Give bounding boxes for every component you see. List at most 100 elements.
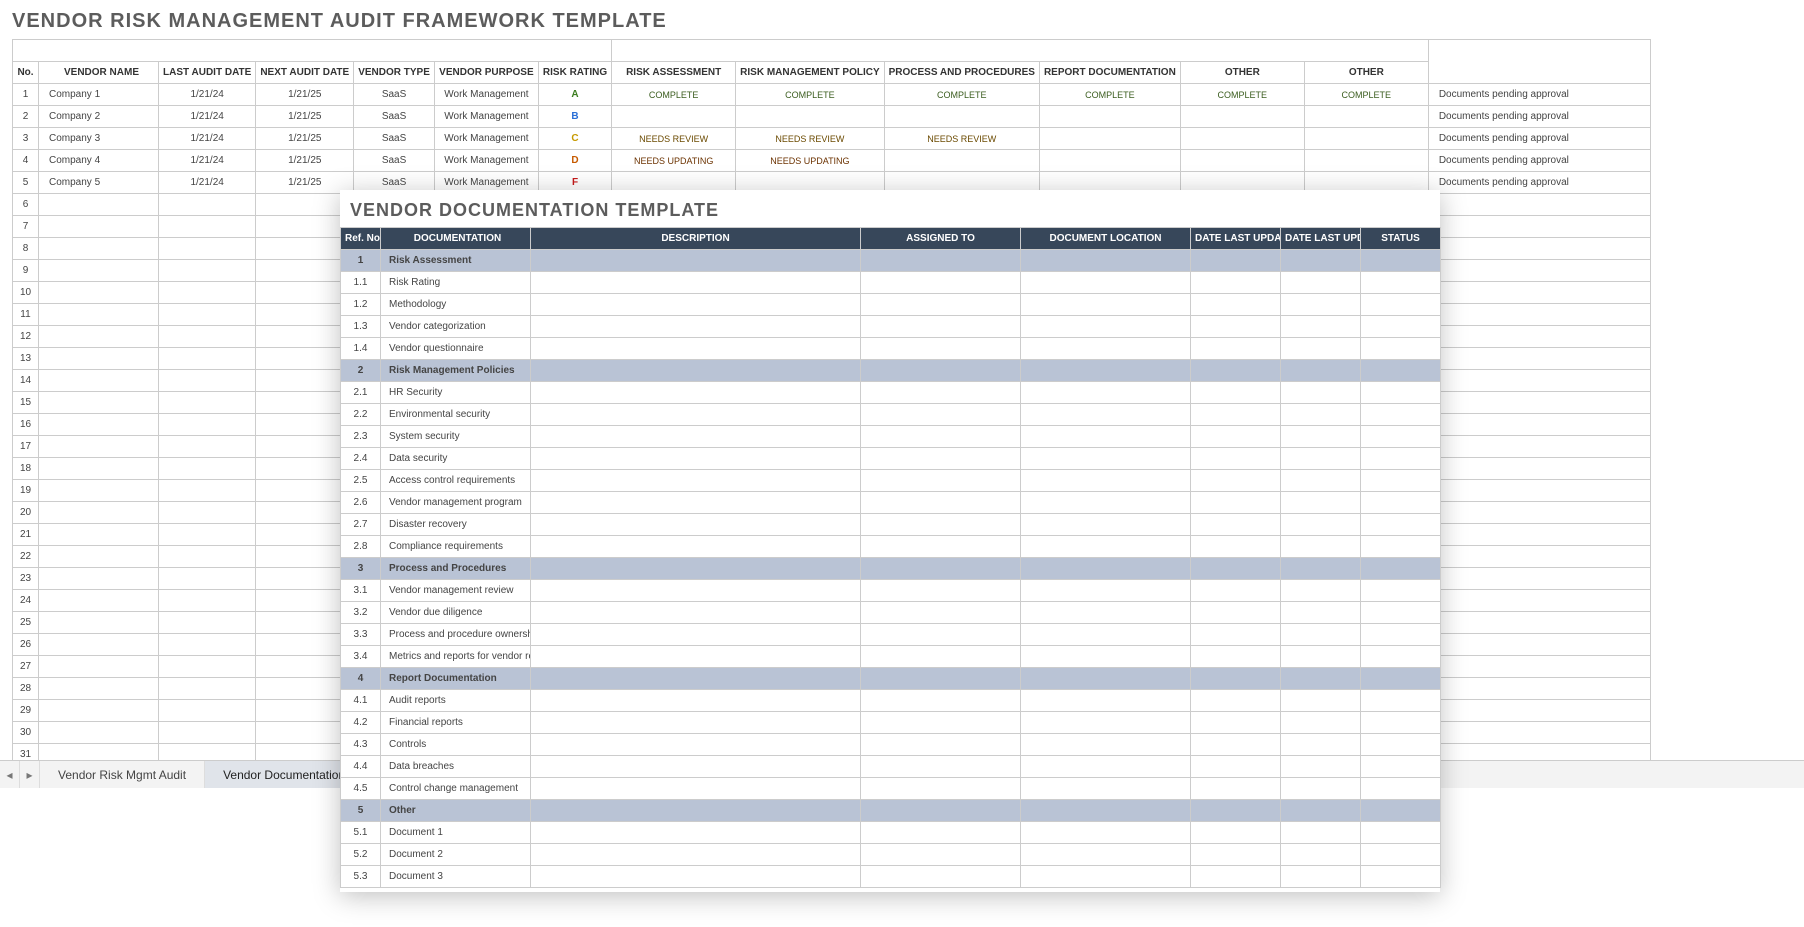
cell-ref[interactable]: 5.3 bbox=[341, 866, 381, 888]
cell-risk-rating[interactable]: A bbox=[538, 84, 611, 106]
cell-status[interactable] bbox=[1361, 470, 1441, 492]
cell-no[interactable]: 21 bbox=[13, 524, 39, 546]
cell-assigned[interactable] bbox=[861, 580, 1021, 602]
cell-ref[interactable]: 2.7 bbox=[341, 514, 381, 536]
cell-description[interactable] bbox=[531, 382, 861, 404]
cell-empty[interactable] bbox=[159, 436, 256, 458]
cell-updated2[interactable] bbox=[1281, 382, 1361, 404]
doc-row[interactable]: 4.1Audit reports bbox=[341, 690, 1441, 712]
cell-no[interactable]: 25 bbox=[13, 612, 39, 634]
cell-documentation[interactable]: Risk Assessment bbox=[381, 250, 531, 272]
cell-updated2[interactable] bbox=[1281, 800, 1361, 822]
cell-assigned[interactable] bbox=[861, 294, 1021, 316]
cell-empty[interactable] bbox=[159, 678, 256, 700]
cell-vendor-name[interactable]: Company 2 bbox=[39, 106, 159, 128]
cell-updated1[interactable] bbox=[1191, 558, 1281, 580]
cell-description[interactable] bbox=[531, 690, 861, 712]
cell-documentation[interactable]: Disaster recovery bbox=[381, 514, 531, 536]
cell-updated1[interactable] bbox=[1191, 250, 1281, 272]
cell-no[interactable]: 22 bbox=[13, 546, 39, 568]
cell-assigned[interactable] bbox=[861, 470, 1021, 492]
cell-ref[interactable]: 3.2 bbox=[341, 602, 381, 624]
cell-empty[interactable] bbox=[1428, 392, 1650, 414]
cell-updated2[interactable] bbox=[1281, 756, 1361, 778]
cell-no[interactable]: 27 bbox=[13, 656, 39, 678]
cell-empty[interactable] bbox=[39, 656, 159, 678]
cell-status[interactable] bbox=[1361, 316, 1441, 338]
cell-updated1[interactable] bbox=[1191, 580, 1281, 602]
cell-description[interactable] bbox=[531, 294, 861, 316]
cell-location[interactable] bbox=[1021, 844, 1191, 866]
cell-no[interactable]: 9 bbox=[13, 260, 39, 282]
cell-empty[interactable] bbox=[39, 194, 159, 216]
cell-assigned[interactable] bbox=[861, 690, 1021, 712]
cell-description[interactable] bbox=[531, 580, 861, 602]
cell-description[interactable] bbox=[531, 822, 861, 844]
cell-empty[interactable] bbox=[159, 326, 256, 348]
cell-assigned[interactable] bbox=[861, 536, 1021, 558]
cell-empty[interactable] bbox=[159, 370, 256, 392]
cell-description[interactable] bbox=[531, 360, 861, 382]
cell-description[interactable] bbox=[531, 536, 861, 558]
doc-row[interactable]: 2.3System security bbox=[341, 426, 1441, 448]
cell-empty[interactable] bbox=[1428, 216, 1650, 238]
cell-description[interactable] bbox=[531, 316, 861, 338]
cell-ref[interactable]: 2.3 bbox=[341, 426, 381, 448]
cell-status[interactable] bbox=[1361, 294, 1441, 316]
cell-doc-status[interactable]: COMPLETE bbox=[884, 84, 1039, 106]
cell-ref[interactable]: 5 bbox=[341, 800, 381, 822]
table-row[interactable]: 4Company 41/21/241/21/25SaaSWork Managem… bbox=[13, 150, 1651, 172]
cell-description[interactable] bbox=[531, 250, 861, 272]
cell-ref[interactable]: 2 bbox=[341, 360, 381, 382]
cell-status[interactable] bbox=[1361, 734, 1441, 756]
doc-row[interactable]: 5.2Document 2 bbox=[341, 844, 1441, 866]
doc-row[interactable]: 5Other bbox=[341, 800, 1441, 822]
cell-no[interactable]: 15 bbox=[13, 392, 39, 414]
cell-note[interactable]: Documents pending approval bbox=[1428, 172, 1650, 194]
cell-no[interactable]: 23 bbox=[13, 568, 39, 590]
cell-location[interactable] bbox=[1021, 338, 1191, 360]
cell-assigned[interactable] bbox=[861, 404, 1021, 426]
cell-updated2[interactable] bbox=[1281, 448, 1361, 470]
cell-status[interactable] bbox=[1361, 778, 1441, 800]
cell-updated2[interactable] bbox=[1281, 734, 1361, 756]
cell-updated1[interactable] bbox=[1191, 404, 1281, 426]
cell-ref[interactable]: 4.1 bbox=[341, 690, 381, 712]
cell-no[interactable]: 3 bbox=[13, 128, 39, 150]
cell-no[interactable]: 4 bbox=[13, 150, 39, 172]
cell-updated2[interactable] bbox=[1281, 272, 1361, 294]
table-row[interactable]: 1Company 11/21/241/21/25SaaSWork Managem… bbox=[13, 84, 1651, 106]
cell-note[interactable]: Documents pending approval bbox=[1428, 150, 1650, 172]
cell-ref[interactable]: 2.5 bbox=[341, 470, 381, 492]
doc-row[interactable]: 4Report Documentation bbox=[341, 668, 1441, 690]
cell-empty[interactable] bbox=[39, 612, 159, 634]
cell-updated2[interactable] bbox=[1281, 470, 1361, 492]
cell-status[interactable] bbox=[1361, 690, 1441, 712]
cell-description[interactable] bbox=[531, 844, 861, 866]
cell-risk-rating[interactable]: C bbox=[538, 128, 611, 150]
cell-assigned[interactable] bbox=[861, 756, 1021, 778]
cell-description[interactable] bbox=[531, 778, 861, 800]
cell-description[interactable] bbox=[531, 426, 861, 448]
cell-updated2[interactable] bbox=[1281, 668, 1361, 690]
cell-ref[interactable]: 2.1 bbox=[341, 382, 381, 404]
cell-assigned[interactable] bbox=[861, 866, 1021, 888]
cell-assigned[interactable] bbox=[861, 712, 1021, 734]
cell-no[interactable]: 20 bbox=[13, 502, 39, 524]
cell-empty[interactable] bbox=[1428, 414, 1650, 436]
cell-description[interactable] bbox=[531, 712, 861, 734]
cell-updated1[interactable] bbox=[1191, 448, 1281, 470]
cell-empty[interactable] bbox=[1428, 260, 1650, 282]
cell-empty[interactable] bbox=[1428, 194, 1650, 216]
cell-description[interactable] bbox=[531, 646, 861, 668]
cell-ref[interactable]: 2.8 bbox=[341, 536, 381, 558]
cell-status[interactable] bbox=[1361, 602, 1441, 624]
cell-empty[interactable] bbox=[1428, 370, 1650, 392]
cell-empty[interactable] bbox=[39, 304, 159, 326]
cell-ref[interactable]: 4.2 bbox=[341, 712, 381, 734]
cell-empty[interactable] bbox=[159, 722, 256, 744]
cell-empty[interactable] bbox=[39, 524, 159, 546]
cell-no[interactable]: 2 bbox=[13, 106, 39, 128]
cell-doc-status[interactable]: IN PROGRESS bbox=[884, 106, 1039, 128]
doc-row[interactable]: 1.3Vendor categorization bbox=[341, 316, 1441, 338]
